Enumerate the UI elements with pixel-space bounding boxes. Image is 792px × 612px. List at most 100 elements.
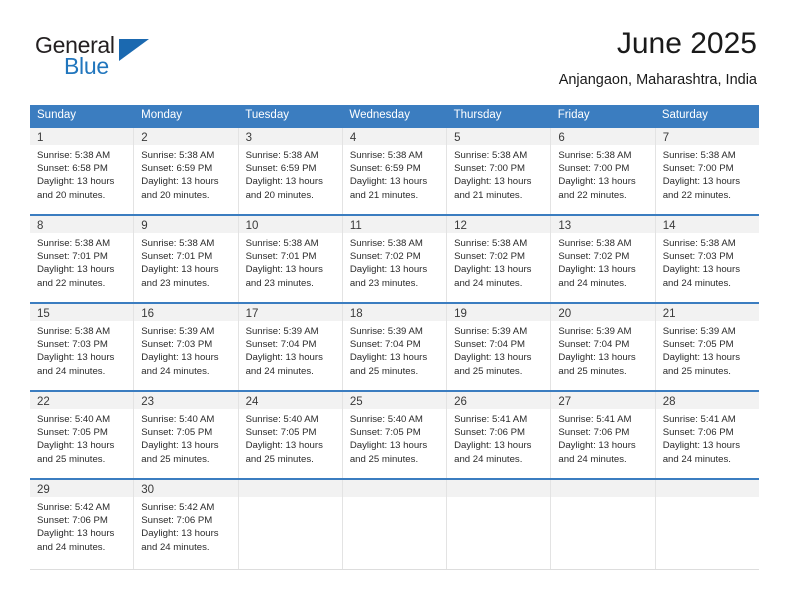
day-cell[interactable]: 18 Sunrise: 5:39 AM Sunset: 7:04 PM Dayligh… <box>342 304 448 390</box>
day-number: 15 <box>37 308 50 320</box>
triangle-icon <box>119 39 149 61</box>
sunset-text: Sunset: 7:00 PM <box>662 163 734 175</box>
day-number: 23 <box>141 396 155 408</box>
sunrise-text: Sunrise: 5:39 AM <box>662 326 736 337</box>
day-cell[interactable]: 22 Sunrise: 5:40 AM Sunset: 7:05 PM Dayligh… <box>30 392 135 478</box>
day-cell[interactable]: 17 Sunrise: 5:39 AM Sunset: 7:04 PM Dayligh… <box>238 304 343 390</box>
day-cell[interactable]: 5 Sunrise: 5:38 AM Sunset: 7:00 PM Daylight… <box>447 128 552 214</box>
day-info: Sunrise: 5:38 AM Sunset: 7:01 PM Daylight:… <box>134 233 237 290</box>
day-cell[interactable]: 21 Sunrise: 5:39 AM Sunset: 7:05 PM Dayligh… <box>655 304 759 390</box>
daylight-text-line2: and 20 minutes. <box>141 189 210 201</box>
day-cell[interactable]: 15 Sunrise: 5:38 AM Sunset: 7:03 PM Dayligh… <box>30 304 135 390</box>
sunset-text: Sunset: 7:04 PM <box>245 339 317 351</box>
day-info: Sunrise: 5:39 AM Sunset: 7:05 PM Daylight:… <box>656 321 759 378</box>
daylight-text-line1: Daylight: 13 hours <box>141 440 219 452</box>
daylight-text-line1: Daylight: 13 hours <box>141 528 219 540</box>
day-info: Sunrise: 5:38 AM Sunset: 7:03 PM Daylight:… <box>656 233 759 290</box>
day-info: Sunrise: 5:38 AM Sunset: 7:00 PM Daylight:… <box>656 145 759 202</box>
sunset-text: Sunset: 7:06 PM <box>37 515 108 527</box>
day-number: 19 <box>454 308 467 320</box>
day-info: Sunrise: 5:40 AM Sunset: 7:05 PM Daylight:… <box>134 409 237 466</box>
sunset-text: Sunset: 7:06 PM <box>558 427 630 439</box>
day-number-strip: 19 <box>447 304 551 321</box>
day-cell[interactable]: 4 Sunrise: 5:38 AM Sunset: 6:59 PM Daylight… <box>342 128 448 214</box>
day-cell[interactable]: 14 Sunrise: 5:38 AM Sunset: 7:03 PM Dayligh… <box>655 216 759 302</box>
day-number-strip: 28 <box>655 392 759 409</box>
sunrise-text: Sunrise: 5:38 AM <box>349 150 423 161</box>
sunset-text: Sunset: 7:03 PM <box>662 251 734 263</box>
daylight-text-line1: Daylight: 13 hours <box>245 440 323 452</box>
week-row: 29 Sunrise: 5:42 AM Sunset: 7:06 PM Dayligh… <box>30 478 759 570</box>
day-cell[interactable]: 12 Sunrise: 5:38 AM Sunset: 7:02 PM Dayligh… <box>447 216 552 302</box>
daylight-text-line2: and 24 minutes. <box>558 453 627 465</box>
day-number-strip: 30 <box>134 480 238 497</box>
day-cell[interactable]: 11 Sunrise: 5:38 AM Sunset: 7:02 PM Dayligh… <box>342 216 448 302</box>
day-info: Sunrise: 5:38 AM Sunset: 7:02 PM Daylight:… <box>447 233 550 290</box>
sunset-text: Sunset: 7:02 PM <box>349 251 421 263</box>
day-number: 27 <box>558 396 572 408</box>
day-cell[interactable]: 13 Sunrise: 5:38 AM Sunset: 7:02 PM Dayligh… <box>551 216 656 302</box>
day-number-strip: 4 <box>342 128 447 145</box>
calendar-weeks: 1 Sunrise: 5:38 AM Sunset: 6:58 PM Daylight… <box>30 126 759 570</box>
day-number-strip <box>238 480 342 497</box>
daylight-text-line1: Daylight: 13 hours <box>558 264 636 276</box>
day-number: 28 <box>662 396 676 408</box>
day-cell[interactable]: 27 Sunrise: 5:41 AM Sunset: 7:06 PM Dayligh… <box>551 392 656 478</box>
sunset-text: Sunset: 7:04 PM <box>454 339 526 351</box>
day-number-strip: 14 <box>655 216 759 233</box>
sunset-text: Sunset: 7:06 PM <box>141 515 213 527</box>
day-cell[interactable]: 9 Sunrise: 5:38 AM Sunset: 7:01 PM Daylight… <box>134 216 239 302</box>
sunset-text: Sunset: 7:05 PM <box>37 427 108 439</box>
day-cell[interactable]: 24 Sunrise: 5:40 AM Sunset: 7:05 PM Dayligh… <box>238 392 343 478</box>
day-cell[interactable]: 23 Sunrise: 5:40 AM Sunset: 7:05 PM Dayligh… <box>134 392 239 478</box>
weekday-header-wednesday: Wednesday <box>349 109 410 121</box>
sunrise-text: Sunrise: 5:38 AM <box>37 238 111 249</box>
page-title: June 2025 <box>616 27 757 60</box>
day-cell[interactable]: 20 Sunrise: 5:39 AM Sunset: 7:04 PM Dayligh… <box>551 304 656 390</box>
day-cell[interactable]: 8 Sunrise: 5:38 AM Sunset: 7:01 PM Daylight… <box>30 216 135 302</box>
day-info: Sunrise: 5:39 AM Sunset: 7:04 PM Daylight:… <box>343 321 446 378</box>
day-cell[interactable]: 6 Sunrise: 5:38 AM Sunset: 7:00 PM Daylight… <box>551 128 656 214</box>
sunset-text: Sunset: 7:05 PM <box>245 427 317 439</box>
sunset-text: Sunset: 7:02 PM <box>454 251 526 263</box>
day-number-strip: 26 <box>447 392 551 409</box>
daylight-text-line1: Daylight: 13 hours <box>37 176 115 188</box>
day-number: 6 <box>558 132 565 144</box>
brand-logo[interactable]: General Blue <box>35 32 165 84</box>
daylight-text-line1: Daylight: 13 hours <box>37 440 115 452</box>
day-cell[interactable]: 25 Sunrise: 5:40 AM Sunset: 7:05 PM Dayligh… <box>342 392 448 478</box>
day-cell[interactable]: 19 Sunrise: 5:39 AM Sunset: 7:04 PM Dayligh… <box>447 304 552 390</box>
day-info <box>656 497 759 501</box>
day-info <box>447 497 550 501</box>
day-cell[interactable]: 26 Sunrise: 5:41 AM Sunset: 7:06 PM Dayligh… <box>447 392 552 478</box>
sunset-text: Sunset: 7:06 PM <box>662 427 734 439</box>
daylight-text-line1: Daylight: 13 hours <box>454 264 532 276</box>
day-number-strip: 20 <box>551 304 655 321</box>
day-info: Sunrise: 5:38 AM Sunset: 7:00 PM Daylight:… <box>447 145 550 202</box>
sunset-text: Sunset: 6:59 PM <box>141 163 213 175</box>
day-cell[interactable]: 30 Sunrise: 5:42 AM Sunset: 7:06 PM Dayligh… <box>134 480 239 569</box>
daylight-text-line1: Daylight: 13 hours <box>662 352 741 364</box>
day-cell[interactable]: 28 Sunrise: 5:41 AM Sunset: 7:06 PM Dayligh… <box>655 392 759 478</box>
day-cell[interactable]: 16 Sunrise: 5:39 AM Sunset: 7:03 PM Dayligh… <box>134 304 239 390</box>
day-number: 22 <box>37 396 50 408</box>
sunrise-text: Sunrise: 5:38 AM <box>245 150 319 161</box>
daylight-text-line2: and 25 minutes. <box>454 365 523 377</box>
day-number: 2 <box>141 132 148 144</box>
day-number: 17 <box>245 308 259 320</box>
day-info: Sunrise: 5:38 AM Sunset: 6:58 PM Daylight:… <box>30 145 133 202</box>
daylight-text-line1: Daylight: 13 hours <box>245 176 323 188</box>
daylight-text-line2: and 24 minutes. <box>37 541 106 553</box>
day-cell[interactable]: 2 Sunrise: 5:38 AM Sunset: 6:59 PM Daylight… <box>134 128 239 214</box>
weekday-header-tuesday: Tuesday <box>245 109 289 121</box>
day-cell[interactable]: 1 Sunrise: 5:38 AM Sunset: 6:58 PM Daylight… <box>30 128 135 214</box>
day-cell[interactable]: 10 Sunrise: 5:38 AM Sunset: 7:01 PM Dayligh… <box>238 216 343 302</box>
day-info: Sunrise: 5:42 AM Sunset: 7:06 PM Daylight:… <box>30 497 133 554</box>
day-number: 26 <box>454 396 467 408</box>
day-info: Sunrise: 5:38 AM Sunset: 6:59 PM Daylight:… <box>239 145 342 202</box>
daylight-text-line1: Daylight: 13 hours <box>141 352 219 364</box>
day-cell[interactable]: 7 Sunrise: 5:38 AM Sunset: 7:00 PM Daylight… <box>655 128 759 214</box>
day-cell[interactable]: 3 Sunrise: 5:38 AM Sunset: 6:59 PM Daylight… <box>238 128 343 214</box>
day-cell[interactable]: 29 Sunrise: 5:42 AM Sunset: 7:06 PM Dayligh… <box>30 480 135 569</box>
sunrise-text: Sunrise: 5:38 AM <box>245 238 319 249</box>
